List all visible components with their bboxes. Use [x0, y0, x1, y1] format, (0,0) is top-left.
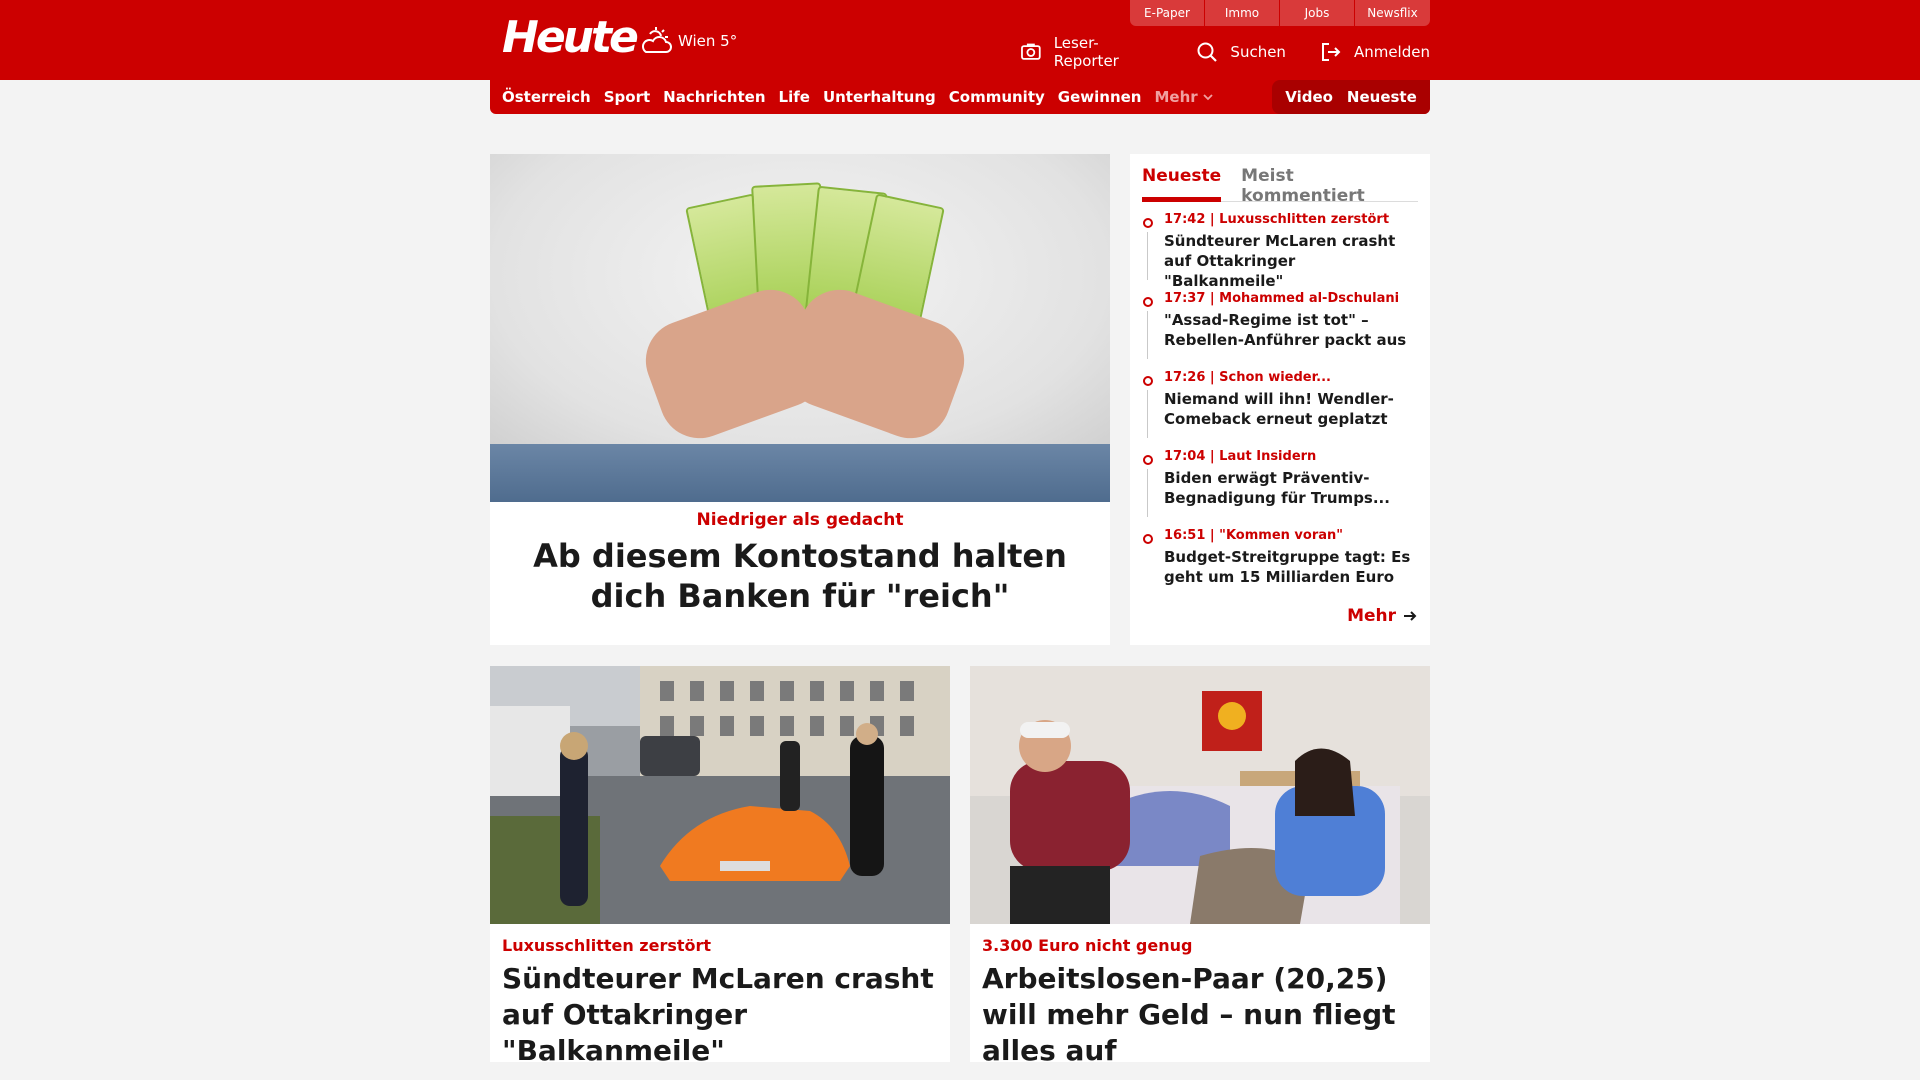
nav-item-gewinnen[interactable]: Gewinnen [1058, 88, 1142, 106]
nav-item-community[interactable]: Community [949, 88, 1045, 106]
leser-reporter-label: Leser-Reporter [1053, 34, 1119, 70]
hero-article[interactable]: Niedriger als gedacht Ab diesem Kontosta… [490, 154, 1110, 645]
article-card-arbeitslosen[interactable]: 3.300 Euro nicht genug Arbeitslosen-Paar… [970, 666, 1430, 1067]
ticker-item[interactable]: 16:51 | "Kommen voran" Budget-Streitgrup… [1142, 528, 1418, 607]
timeline-line [1147, 232, 1148, 280]
ticker-item[interactable]: 17:37 | Mohammed al-Dschulani "Assad-Reg… [1142, 291, 1418, 370]
leser-reporter-button[interactable]: Leser-Reporter [1020, 34, 1162, 70]
header-inner: Heute Wien 5° E-Paper Immo Jobs Newsflix [490, 0, 1430, 80]
tab-neueste[interactable]: Neueste [1142, 162, 1222, 202]
hero-title[interactable]: Ab diesem Kontostand halten dich Banken … [490, 536, 1110, 616]
nav-more-dropdown[interactable]: Mehr [1154, 88, 1213, 106]
header-actions: Leser-Reporter Suchen Anmelden [1020, 34, 1430, 70]
hero-image [490, 154, 1110, 502]
card-title[interactable]: Arbeitslosen-Paar (20,25) will mehr Geld… [982, 961, 1418, 1069]
timeline-line [1147, 390, 1148, 438]
site-logo[interactable]: Heute [502, 14, 639, 62]
weather-widget[interactable]: Wien 5° [640, 26, 737, 56]
nav-item-sport[interactable]: Sport [604, 88, 650, 106]
ticker-meta: 17:26 | Schon wieder... [1164, 370, 1331, 385]
camera-icon [1021, 43, 1041, 60]
ticker-meta: 17:42 | Luxusschlitten zerstört [1164, 212, 1390, 227]
partly-cloudy-icon [641, 27, 672, 53]
nav-items: Österreich Sport Nachrichten Life Unterh… [502, 80, 1214, 114]
search-label: Suchen [1230, 43, 1286, 61]
ticker-meta: 17:04 | Laut Insidern [1164, 449, 1317, 464]
search-button[interactable]: Suchen [1196, 34, 1286, 70]
ticker-title[interactable]: Budget-Streitgruppe tagt: Es geht um 15 … [1164, 547, 1418, 587]
top-tabs: E-Paper Immo Jobs Newsflix [1130, 0, 1430, 26]
ticker-title[interactable]: Biden erwägt Präventiv-Begnadigung für T… [1164, 468, 1418, 508]
more-news-link[interactable]: Mehr [1347, 606, 1418, 626]
side-tabs: Neueste Meist kommentiert [1142, 162, 1418, 206]
nav-item-unterhaltung[interactable]: Unterhaltung [823, 88, 936, 106]
card-text: 3.300 Euro nicht genug Arbeitslosen-Paar… [970, 924, 1430, 1069]
top-tab-immo[interactable]: Immo [1205, 0, 1280, 26]
weather-label: Wien 5° [678, 32, 738, 50]
jeans-shape [490, 444, 1110, 502]
bullet-icon [1143, 297, 1153, 307]
ticker-title[interactable]: Sündteurer McLaren crasht auf Ottakringe… [1164, 231, 1418, 291]
bullet-icon [1143, 218, 1153, 228]
main-nav: Österreich Sport Nachrichten Life Unterh… [490, 80, 1430, 114]
top-tab-epaper[interactable]: E-Paper [1130, 0, 1205, 26]
nav-more-label: Mehr [1154, 88, 1198, 106]
ticker-meta: 17:37 | Mohammed al-Dschulani [1164, 291, 1400, 306]
ticker-item[interactable]: 17:04 | Laut Insidern Biden erwägt Präve… [1142, 449, 1418, 528]
ticker-title[interactable]: Niemand will ihn! Wendler-Comeback erneu… [1164, 389, 1418, 429]
ticker-item[interactable]: 17:42 | Luxusschlitten zerstört Sündteur… [1142, 212, 1418, 291]
search-icon [1197, 42, 1218, 62]
nav-item-nachrichten[interactable]: Nachrichten [663, 88, 765, 106]
site-header: Heute Wien 5° E-Paper Immo Jobs Newsflix [0, 0, 1920, 80]
bullet-icon [1143, 534, 1153, 544]
card-title[interactable]: Sündteurer McLaren crasht auf Ottakringe… [502, 961, 938, 1069]
nav-item-life[interactable]: Life [779, 88, 810, 106]
card-kicker: 3.300 Euro nicht genug [982, 936, 1193, 955]
bullet-icon [1143, 376, 1153, 386]
bedroom-couple-photo [970, 666, 1430, 924]
nav-right: Video Neueste [1272, 80, 1430, 114]
ticker-item[interactable]: 17:26 | Schon wieder... Niemand will ihn… [1142, 370, 1418, 449]
article-card-mclaren[interactable]: Luxusschlitten zerstört Sündteurer McLar… [490, 666, 950, 1067]
chevron-down-icon [1203, 94, 1213, 101]
nav-item-oesterreich[interactable]: Österreich [502, 88, 591, 106]
timeline-line [1147, 469, 1148, 517]
login-label: Anmelden [1353, 43, 1430, 61]
more-news-label: Mehr [1347, 606, 1396, 626]
latest-news-panel: Neueste Meist kommentiert 17:42 | Luxuss… [1130, 154, 1430, 645]
hero-kicker: Niedriger als gedacht [696, 510, 904, 530]
ticker-title[interactable]: "Assad-Regime ist tot" – Rebellen-Anführ… [1164, 310, 1418, 350]
tab-meist-kommentiert[interactable]: Meist kommentiert [1241, 162, 1418, 206]
timeline-line [1147, 311, 1148, 359]
nav-item-video[interactable]: Video [1285, 88, 1333, 106]
bullet-icon [1143, 455, 1153, 465]
article-image-mclaren [490, 666, 950, 924]
article-image-couple [970, 666, 1430, 924]
street-crash-photo [490, 666, 950, 924]
news-ticker: 17:42 | Luxusschlitten zerstört Sündteur… [1142, 212, 1418, 607]
ticker-meta: 16:51 | "Kommen voran" [1164, 528, 1344, 543]
nav-item-neueste[interactable]: Neueste [1347, 88, 1417, 106]
card-text: Luxusschlitten zerstört Sündteurer McLar… [490, 924, 950, 1069]
login-icon [1321, 43, 1341, 61]
arrow-right-icon [1404, 611, 1417, 621]
top-tab-newsflix[interactable]: Newsflix [1355, 0, 1430, 26]
card-kicker: Luxusschlitten zerstört [502, 936, 712, 955]
top-tab-jobs[interactable]: Jobs [1280, 0, 1355, 26]
hero-text: Niedriger als gedacht Ab diesem Kontosta… [490, 502, 1110, 616]
login-button[interactable]: Anmelden [1320, 34, 1430, 70]
